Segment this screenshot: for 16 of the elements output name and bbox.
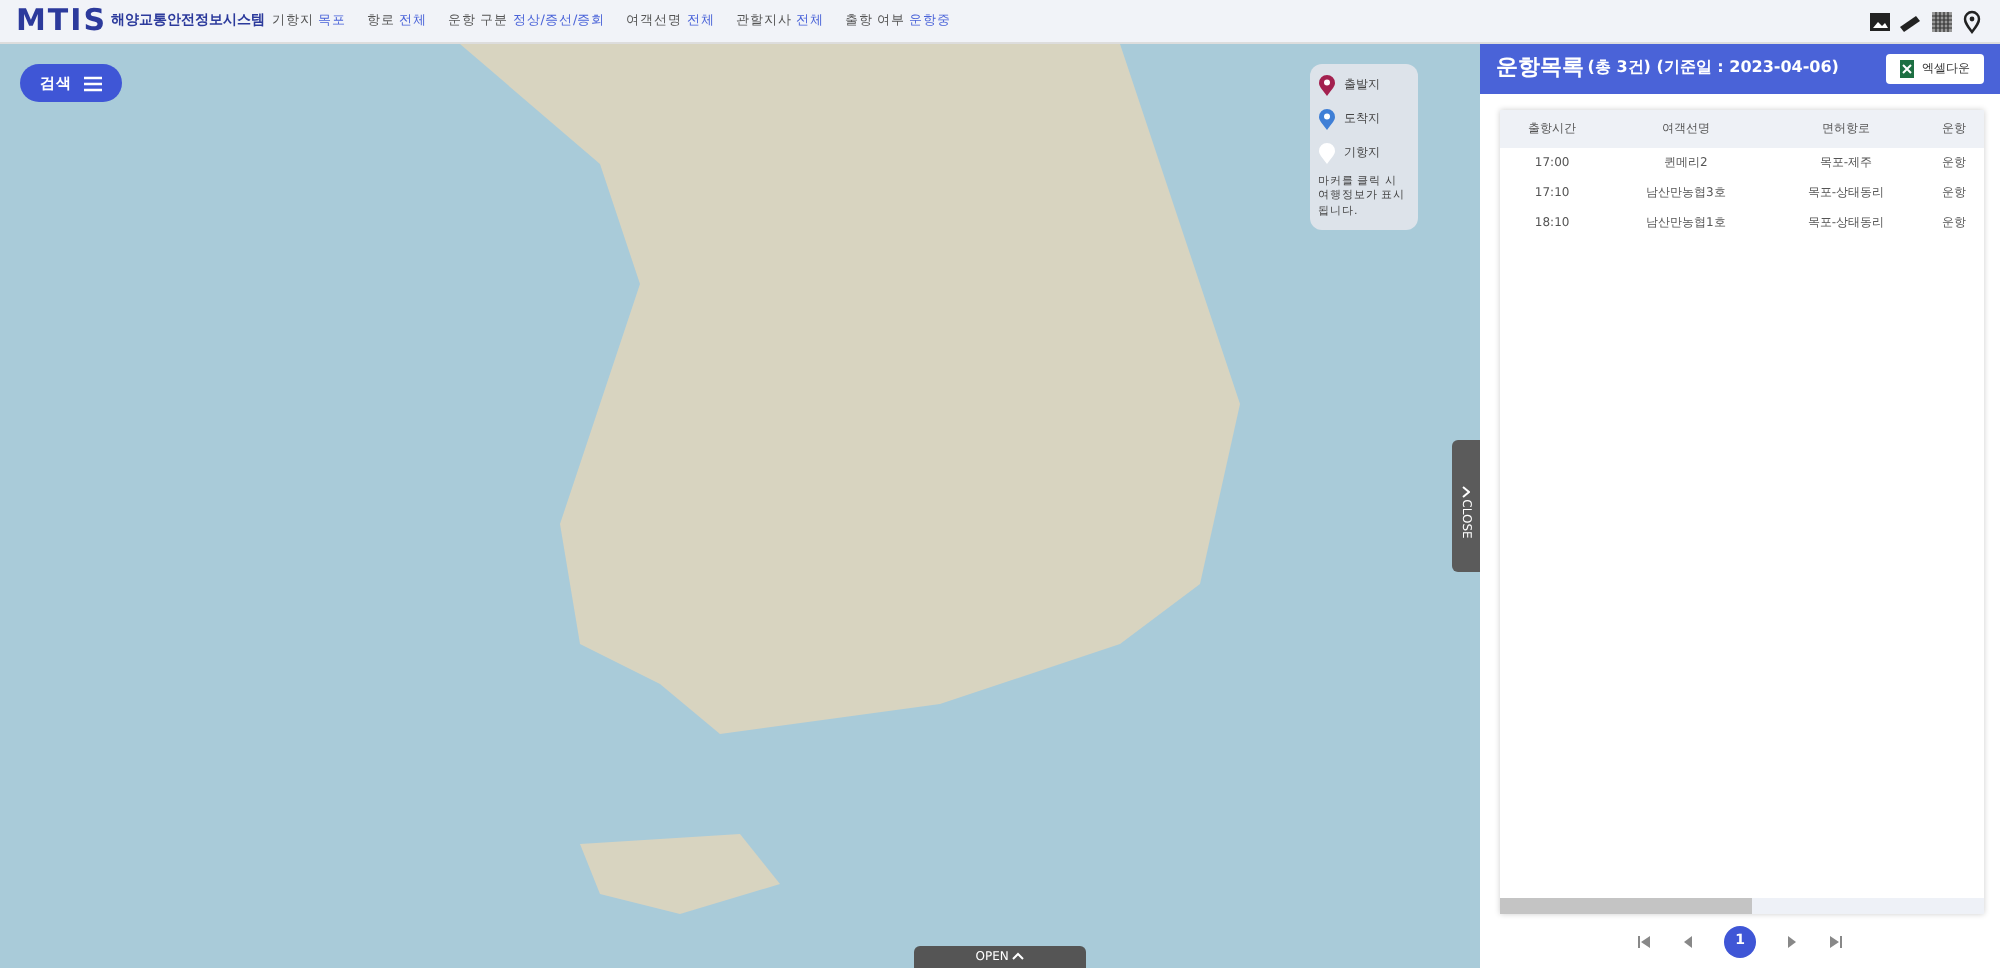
- scrollbar-thumb[interactable]: [1500, 898, 1752, 915]
- panel-summary: (총 3건) (기준일 : 2023-04-06): [1587, 56, 1839, 81]
- grid-icon[interactable]: [1929, 9, 1953, 33]
- panel-title: 운항목록: [1496, 52, 1584, 85]
- logo-text: MTIS: [16, 6, 108, 36]
- spreadsheet-icon: [1900, 59, 1914, 78]
- location-pin-icon[interactable]: [1960, 9, 1984, 33]
- next-page-icon[interactable]: [1784, 933, 1800, 950]
- horizontal-scrollbar[interactable]: [1500, 898, 1984, 915]
- last-page-icon[interactable]: [1828, 933, 1844, 950]
- previous-page-icon[interactable]: [1680, 933, 1696, 950]
- menu-icon: [84, 75, 102, 92]
- chevron-up-icon: [1012, 952, 1025, 961]
- first-page-icon[interactable]: [1636, 933, 1652, 950]
- chevron-right-icon: [1462, 485, 1470, 497]
- image-icon[interactable]: [1867, 9, 1891, 33]
